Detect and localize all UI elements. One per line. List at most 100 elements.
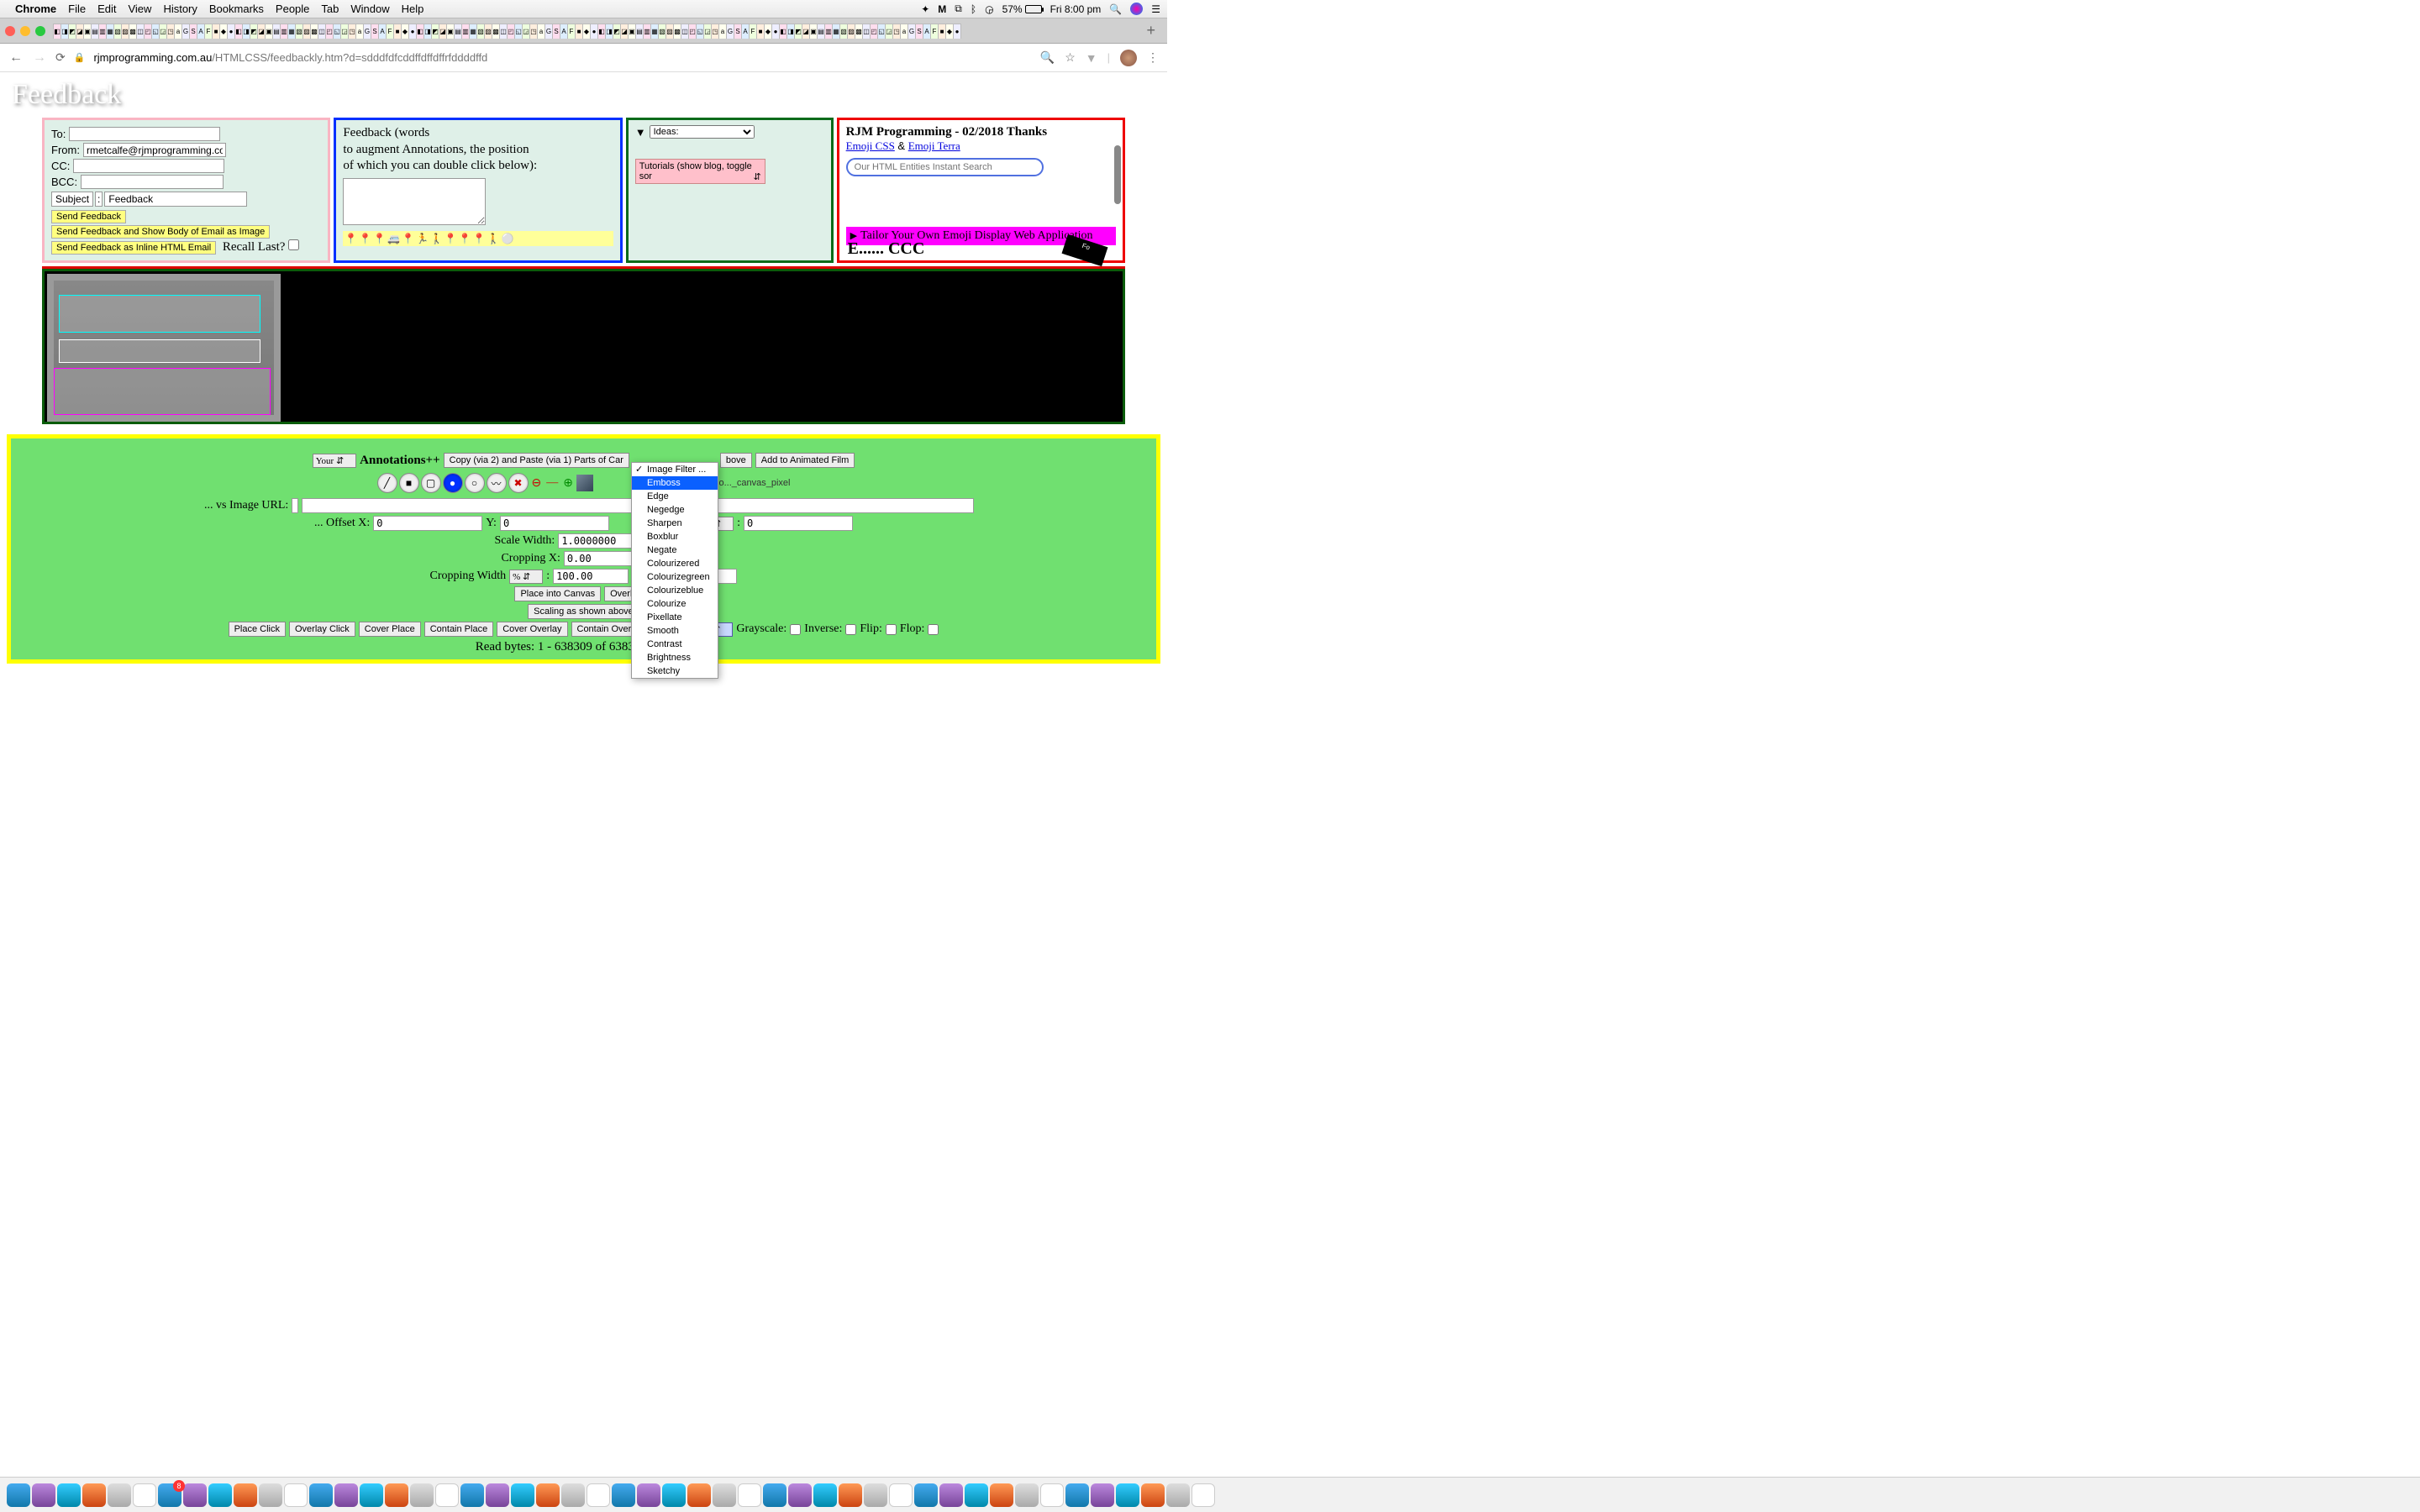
recall-last-checkbox[interactable] [288,239,299,250]
offset-y-input[interactable] [500,516,609,531]
grayscale-checkbox[interactable] [790,624,801,635]
dock-app-icon[interactable] [965,1483,988,1507]
tool-fillrect-icon[interactable]: ■ [399,473,419,493]
dock-app-icon[interactable] [1192,1483,1215,1507]
feedback-textarea[interactable] [343,178,486,225]
es-input[interactable] [744,516,853,531]
overlay-click-button[interactable]: Overlay Click [289,622,355,637]
filter-option-image-filter-[interactable]: Image Filter ... [632,463,718,476]
tool-rect-icon[interactable]: ▢ [421,473,441,493]
tool-line-icon[interactable]: ╱ [377,473,397,493]
tool-circle-icon[interactable]: ● [443,473,463,493]
zoom-reset-icon[interactable]: ― [546,476,558,490]
chrome-menu-icon[interactable]: ⋮ [1147,50,1159,65]
inverse-checkbox[interactable] [845,624,856,635]
filter-option-contrast[interactable]: Contrast [632,638,718,651]
spotlight-icon[interactable]: 🔍 [1109,3,1122,15]
send-feedback-inline-button[interactable]: Send Feedback as Inline HTML Email [51,241,216,255]
close-window-button[interactable] [5,26,15,36]
dock-app-icon[interactable] [587,1483,610,1507]
offset-x-input[interactable] [373,516,482,531]
dock-app-icon[interactable] [864,1483,887,1507]
dock-app-icon[interactable] [914,1483,938,1507]
scrollbar-thumb[interactable] [1114,145,1121,204]
entities-search-input[interactable] [846,158,1044,176]
wifi-icon[interactable]: ◶ [985,3,993,15]
filter-option-negedge[interactable]: Negedge [632,503,718,517]
menu-tab[interactable]: Tab [321,3,339,15]
profile-avatar[interactable] [1120,50,1137,66]
status-icon[interactable]: M [938,3,946,15]
menu-history[interactable]: History [163,3,197,15]
notifications-icon[interactable]: ☰ [1151,3,1160,15]
dock-app-icon[interactable] [889,1483,913,1507]
dock-app-icon[interactable] [108,1483,131,1507]
emoji-css-link[interactable]: Emoji CSS [846,139,895,152]
dock-app-icon[interactable] [82,1483,106,1507]
dock-app-icon[interactable] [687,1483,711,1507]
pct-select[interactable]: % ⇵ [509,570,543,584]
menu-view[interactable]: View [128,3,151,15]
dock-app-icon[interactable] [486,1483,509,1507]
minimize-window-button[interactable] [20,26,30,36]
to-input[interactable] [69,127,220,141]
dock-app-icon[interactable] [1166,1483,1190,1507]
your-select[interactable]: Your ⇵ [313,454,356,468]
dock-app-icon[interactable] [536,1483,560,1507]
filter-option-brightness[interactable]: Brightness [632,651,718,664]
dock-app-icon[interactable] [813,1483,837,1507]
copy-paste-button[interactable]: Copy (via 2) and Paste (via 1) Parts of … [444,453,629,468]
dock-app-icon[interactable] [713,1483,736,1507]
siri-icon[interactable] [1130,3,1143,15]
filter-option-edge[interactable]: Edge [632,490,718,503]
dock-app-icon[interactable] [133,1483,156,1507]
dock-app-icon[interactable] [57,1483,81,1507]
dock-app-icon[interactable] [637,1483,660,1507]
dock-app-icon[interactable] [1141,1483,1165,1507]
emoji-strip[interactable]: 📍📍📍🚐📍🏃🚶📍📍📍🚶⚪ [343,231,613,246]
cropping-width-input[interactable] [553,569,629,584]
dock-app-icon[interactable] [32,1483,55,1507]
dock-app-icon[interactable] [460,1483,484,1507]
dock-app-icon[interactable] [410,1483,434,1507]
filter-option-colourize[interactable]: Colourize [632,597,718,611]
dock-app-icon[interactable] [158,1483,182,1507]
new-tab-button[interactable]: + [1139,22,1162,39]
menu-file[interactable]: File [68,3,86,15]
dock-app-icon[interactable] [435,1483,459,1507]
place-click-button[interactable]: Place Click [229,622,286,637]
place-into-canvas-button[interactable]: Place into Canvas [514,586,601,601]
back-button[interactable]: ← [8,50,24,66]
filter-option-pixellate[interactable]: Pixellate [632,611,718,624]
bluetooth-icon[interactable]: ᛒ [971,3,976,15]
above-fragment-button[interactable]: bove [720,453,752,468]
emoji-terra-link[interactable]: Emoji Terra [908,139,960,152]
bcc-input[interactable] [81,175,224,189]
from-input[interactable] [83,143,226,157]
menu-edit[interactable]: Edit [97,3,116,15]
contain-place-button[interactable]: Contain Place [424,622,494,637]
reload-button[interactable]: ⟳ [55,50,66,65]
flop-checkbox[interactable] [928,624,939,635]
menu-people[interactable]: People [276,3,309,15]
extension-icon[interactable]: ▼ [1086,51,1097,65]
send-feedback-image-button[interactable]: Send Feedback and Show Body of Email as … [51,225,270,239]
status-icon[interactable]: ✦ [921,3,929,15]
maximize-window-button[interactable] [35,26,45,36]
app-name[interactable]: Chrome [15,3,56,15]
collapse-arrow-icon[interactable]: ▼ [635,126,646,139]
url-display[interactable]: rjmprogramming.com.au/HTMLCSS/feedbackly… [93,51,1031,64]
menu-help[interactable]: Help [402,3,424,15]
filter-option-colourizeblue[interactable]: Colourizeblue [632,584,718,597]
dock-app-icon[interactable] [1040,1483,1064,1507]
dock-app-icon[interactable] [309,1483,333,1507]
canvas-area[interactable] [42,269,1125,424]
dock-app-icon[interactable] [183,1483,207,1507]
ideas-select[interactable]: Ideas: [650,125,755,139]
menu-window[interactable]: Window [350,3,389,15]
filter-option-smooth[interactable]: Smooth [632,624,718,638]
dock-app-icon[interactable] [612,1483,635,1507]
dock-app-icon[interactable] [788,1483,812,1507]
dock-app-icon[interactable] [208,1483,232,1507]
dock-app-icon[interactable] [259,1483,282,1507]
